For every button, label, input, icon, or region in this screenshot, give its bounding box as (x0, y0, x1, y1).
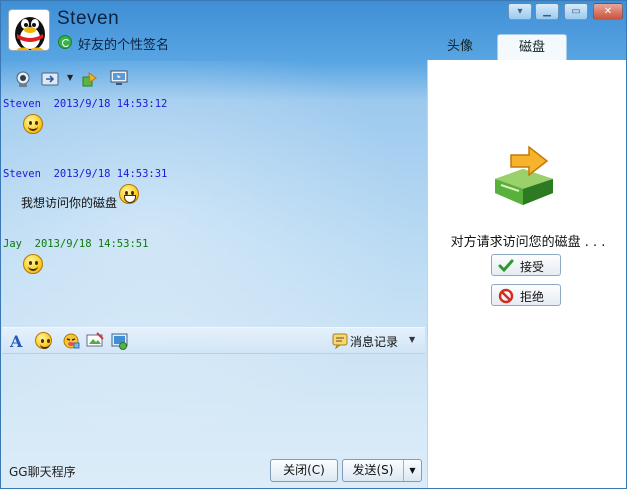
message-sender: Steven (3, 168, 41, 180)
disk-share-icon (491, 143, 557, 209)
magic-emoticon-icon[interactable] (62, 332, 80, 350)
prohibit-icon (498, 288, 514, 304)
chat-window: Steven 好友的个性签名 ▾ ▁ ▭ ✕ 头像 磁盘 ▼ Steven 20… (0, 0, 627, 489)
minimize-button[interactable]: ▁ (535, 3, 559, 20)
dropdown-arrow-icon[interactable]: ▼ (67, 73, 73, 82)
send-label: 发送(S) (352, 463, 394, 477)
remote-desktop-icon[interactable] (110, 69, 128, 87)
smile-emoticon (23, 254, 43, 274)
penguin-icon (15, 17, 45, 50)
reject-label: 拒绝 (520, 290, 545, 304)
window-menu-button[interactable]: ▾ (508, 3, 532, 20)
maximize-button[interactable]: ▭ (564, 3, 588, 20)
checkmark-icon (498, 258, 514, 274)
smile-emoticon (23, 114, 43, 134)
accept-button[interactable]: 接受 (491, 254, 561, 276)
message-time: 2013/9/18 14:53:51 (34, 238, 149, 250)
accept-label: 接受 (520, 260, 545, 274)
webcam-icon[interactable] (14, 70, 32, 88)
minimize-icon: ▁ (543, 6, 551, 17)
emoticon-icon[interactable] (35, 332, 52, 349)
apps-icon[interactable] (81, 70, 99, 88)
disk-request-text: 对方请求访问您的磁盘 . . . (450, 235, 606, 250)
close-window-button[interactable]: ✕ (593, 3, 623, 20)
history-dropdown-icon[interactable]: ▼ (409, 335, 415, 344)
tab-avatar[interactable]: 头像 (427, 34, 493, 60)
close-button[interactable]: 关闭(C) (270, 459, 338, 482)
file-transfer-icon[interactable] (41, 70, 59, 88)
maximize-icon: ▭ (571, 6, 581, 17)
tab-disk[interactable]: 磁盘 (497, 34, 567, 60)
contact-nickname: Steven (57, 8, 120, 29)
menu-icon: ▾ (517, 6, 523, 17)
message-time: 2013/9/18 14:53:12 (53, 98, 168, 110)
message-meta: Steven 2013/9/18 14:53:31 (3, 168, 167, 180)
contact-signature: 好友的个性签名 (78, 38, 170, 53)
message-text: 我想访问你的磁盘 (21, 196, 118, 210)
font-icon[interactable]: A (10, 332, 22, 351)
history-button-label[interactable]: 消息记录 (350, 333, 398, 350)
message-meta: Jay 2013/9/18 14:53:51 (3, 238, 148, 250)
message-sender: Jay (3, 238, 22, 250)
close-icon: ✕ (603, 6, 613, 17)
image-icon[interactable] (111, 332, 129, 350)
avatar[interactable] (8, 9, 50, 51)
reject-button[interactable]: 拒绝 (491, 284, 561, 306)
history-icon[interactable] (332, 333, 348, 350)
send-button[interactable]: 发送(S) ▼ (342, 459, 422, 482)
send-options-icon[interactable]: ▼ (403, 460, 421, 481)
screenshot-icon[interactable] (86, 332, 104, 350)
grin-emoticon (119, 184, 139, 204)
message-time: 2013/9/18 14:53:31 (53, 168, 168, 180)
message-sender: Steven (3, 98, 41, 110)
app-name: GG聊天程序 (9, 465, 76, 479)
message-meta: Steven 2013/9/18 14:53:12 (3, 98, 167, 110)
signature-icon (58, 35, 72, 49)
